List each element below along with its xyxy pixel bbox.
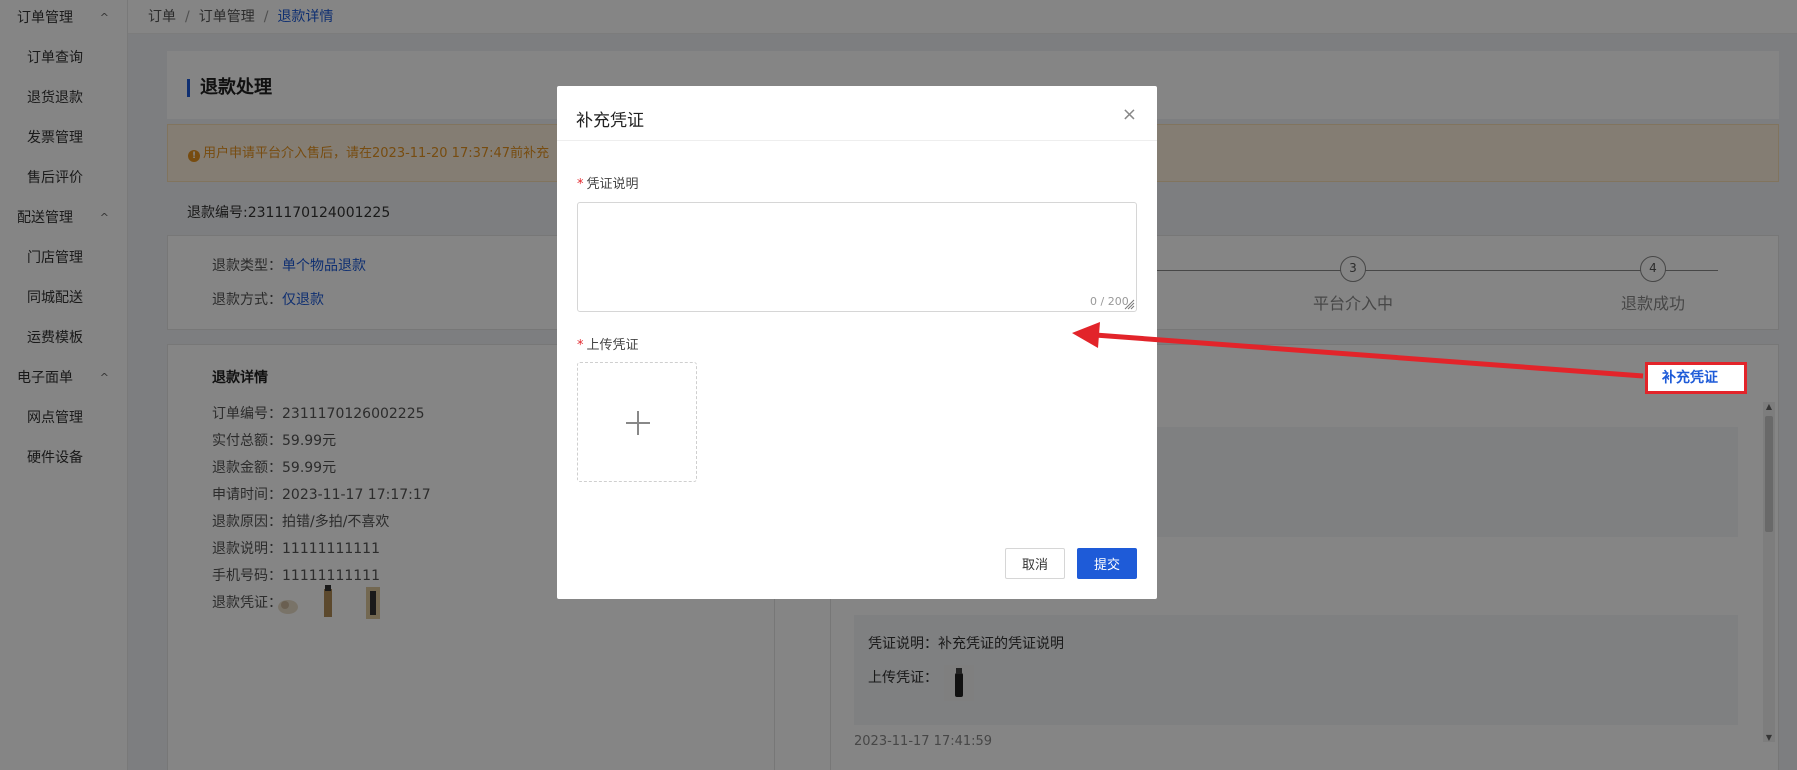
required-asterisk: * [577, 177, 584, 192]
cancel-button[interactable]: 取消 [1005, 548, 1065, 579]
supplement-proof-button[interactable]: 补充凭证 [1645, 362, 1747, 394]
plus-icon [637, 411, 639, 435]
submit-button[interactable]: 提交 [1077, 548, 1137, 579]
required-asterisk: * [577, 338, 584, 353]
resize-grip-icon[interactable] [1123, 298, 1135, 310]
upload-proof-dropzone[interactable] [577, 362, 697, 482]
field-label-text: 上传凭证 [586, 338, 639, 353]
modal-title: 补充凭证 [576, 111, 644, 131]
proof-description-label: * 凭证说明 [577, 173, 639, 192]
supplement-proof-modal: 补充凭证 × * 凭证说明 0 / 200 * 上传凭证 取消 提交 [557, 86, 1157, 599]
proof-description-textarea[interactable] [577, 202, 1137, 312]
modal-header-divider [557, 140, 1157, 141]
field-label-text: 凭证说明 [586, 177, 639, 192]
close-icon[interactable]: × [1122, 104, 1137, 125]
upload-proof-label: * 上传凭证 [577, 334, 639, 353]
supplement-proof-label: 补充凭证 [1662, 370, 1718, 386]
